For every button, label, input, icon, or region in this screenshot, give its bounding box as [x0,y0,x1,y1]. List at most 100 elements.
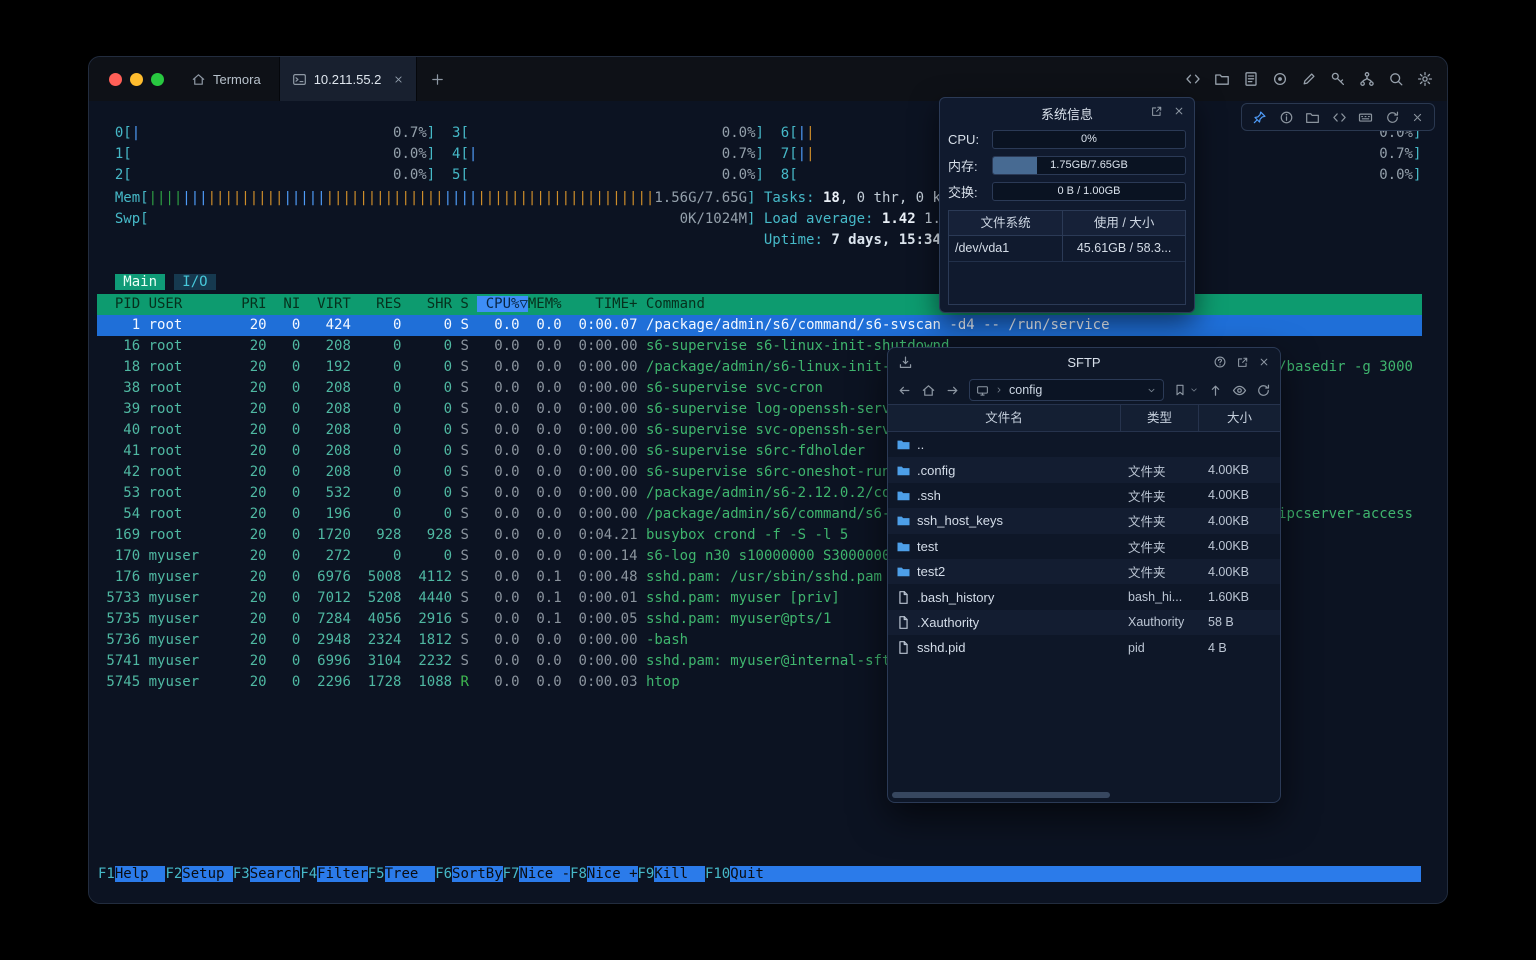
tab-termora-home[interactable]: Termora [173,57,279,101]
back-icon[interactable] [897,383,912,398]
transfers-icon[interactable] [898,355,913,370]
code-icon[interactable] [1332,110,1347,125]
keyboard-icon[interactable] [1358,110,1373,125]
fkey-f9-kill[interactable]: F9Kill [638,866,705,882]
swap-meter-row: Swp[ 0K/1024M] Load average: 1.42 1.33 1… [97,209,1422,230]
forward-icon[interactable] [945,383,960,398]
file-type: pid [1120,635,1198,660]
close-window-button[interactable] [109,73,122,86]
folder-icon [896,513,911,528]
floating-toolbar [1241,103,1435,131]
chevron-down-icon [1189,385,1199,395]
record-icon[interactable] [1272,71,1288,87]
search-icon[interactable] [1388,71,1404,87]
folder-icon [896,488,911,503]
filename-col-header[interactable]: 文件名 [888,405,1120,431]
file-name: test [917,539,938,554]
pin-icon[interactable] [1252,110,1267,125]
file-name: test2 [917,564,945,579]
edit-icon[interactable] [1301,71,1317,87]
file-row[interactable]: ssh_host_keys文件夹4.00KB [888,508,1280,533]
process-row-1[interactable]: 1 root 20 0 424 0 0 S 0.0 0.0 0:00.07 /p… [97,315,1422,336]
fkey-f5-tree[interactable]: F5Tree [368,866,435,882]
file-row[interactable]: test2文件夹4.00KB [888,559,1280,584]
parent-directory-icon[interactable] [1208,383,1223,398]
new-tab-button[interactable] [430,72,445,87]
path-breadcrumb[interactable]: config [969,379,1164,401]
fkey-f7-nice[interactable]: F7Nice - [503,866,570,882]
chevron-right-icon [994,385,1004,395]
folder-icon [896,539,911,554]
close-sftp-icon[interactable] [1258,356,1270,368]
cpu-usage-value: 0% [993,133,1185,145]
bookmarks-button[interactable] [1173,383,1199,397]
branch-icon[interactable] [1359,71,1375,87]
cpu-label: CPU: [948,132,988,147]
file-name: sshd.pid [917,640,965,655]
traffic-lights [109,57,164,101]
size-col-header[interactable]: 大小 [1198,405,1280,431]
close-toolbar-icon[interactable] [1411,111,1424,124]
tab-bar: Termora 10.211.55.2 [173,57,445,101]
refresh-icon[interactable] [1385,110,1400,125]
tab-ssh-session[interactable]: 10.211.55.2 [279,57,417,101]
file-row[interactable]: test文件夹4.00KB [888,534,1280,559]
swap-label: 交换: [948,182,988,201]
file-row[interactable]: .. [888,432,1280,457]
folder-icon[interactable] [1214,71,1230,87]
file-row[interactable]: sshd.pid pid4 B [888,635,1280,660]
show-hidden-icon[interactable] [1232,383,1247,398]
minimize-window-button[interactable] [130,73,143,86]
fkey-f8-nice[interactable]: F8Nice + [570,866,637,882]
info-icon[interactable] [1279,110,1294,125]
key-icon[interactable] [1330,71,1346,87]
home-icon[interactable] [921,383,936,398]
sftp-window: SFTP config 文件名 类 [887,347,1281,803]
open-in-window-icon[interactable] [1150,105,1163,118]
htop-tab-main[interactable]: Main [115,274,166,290]
file-row[interactable]: .XauthorityXauthority58 B [888,610,1280,635]
scrollbar-thumb[interactable] [892,792,1110,798]
memory-label: 内存: [948,156,988,175]
file-size: 4.00KB [1198,508,1280,533]
zoom-window-button[interactable] [151,73,164,86]
filesystem-row[interactable]: /dev/vda1 45.61GB / 58.3... [949,236,1185,262]
chevron-down-icon[interactable] [1146,385,1157,396]
terminal-icon [292,72,307,87]
filesystem-table: 文件系统 使用 / 大小 /dev/vda1 45.61GB / 58.3... [948,210,1186,305]
usage-col-header: 使用 / 大小 [1062,211,1185,235]
file-name: .. [917,437,924,452]
type-col-header[interactable]: 类型 [1120,405,1198,431]
computer-icon [976,384,989,397]
file-size: 4 B [1198,635,1280,660]
folder-icon[interactable] [1305,110,1320,125]
fkey-f10-quit[interactable]: F10Quit [705,866,781,882]
htop-tab-io[interactable]: I/O [174,274,216,290]
fkey-f1-help[interactable]: F1Help [98,866,165,882]
code-icon[interactable] [1185,71,1201,87]
horizontal-scrollbar[interactable] [892,792,1276,799]
open-in-window-icon[interactable] [1236,356,1249,369]
fkey-f2-setup[interactable]: F2Setup [165,866,232,882]
help-icon[interactable] [1213,355,1227,369]
file-row[interactable]: .bash_historybash_hi...1.60KB [888,584,1280,609]
sftp-file-list: .. .config文件夹4.00KB.ssh文件夹4.00KBssh_host_… [888,432,1280,661]
settings-icon[interactable] [1417,71,1433,87]
refresh-icon[interactable] [1256,383,1271,398]
file-row[interactable]: .config文件夹4.00KB [888,457,1280,482]
sftp-titlebar: SFTP [888,348,1280,376]
log-icon[interactable] [1243,71,1259,87]
close-panel-icon[interactable] [1173,105,1185,117]
file-size: 1.60KB [1198,584,1280,609]
file-table-header[interactable]: 文件名 类型 大小 [888,404,1280,432]
fkey-f6-sortby[interactable]: F6SortBy [435,866,502,882]
fkey-f3-search[interactable]: F3Search [233,866,300,882]
close-tab-icon[interactable] [393,74,404,85]
process-table-header[interactable]: PID USER PRI NI VIRT RES SHR S CPU%▽MEM%… [97,294,1422,315]
file-size: 58 B [1198,610,1280,635]
file-type: Xauthority [1120,610,1198,635]
fkey-f4-filter[interactable]: F4Filter [300,866,367,882]
file-row[interactable]: .ssh文件夹4.00KB [888,483,1280,508]
titlebar-actions [1185,57,1433,101]
file-icon [896,615,911,630]
